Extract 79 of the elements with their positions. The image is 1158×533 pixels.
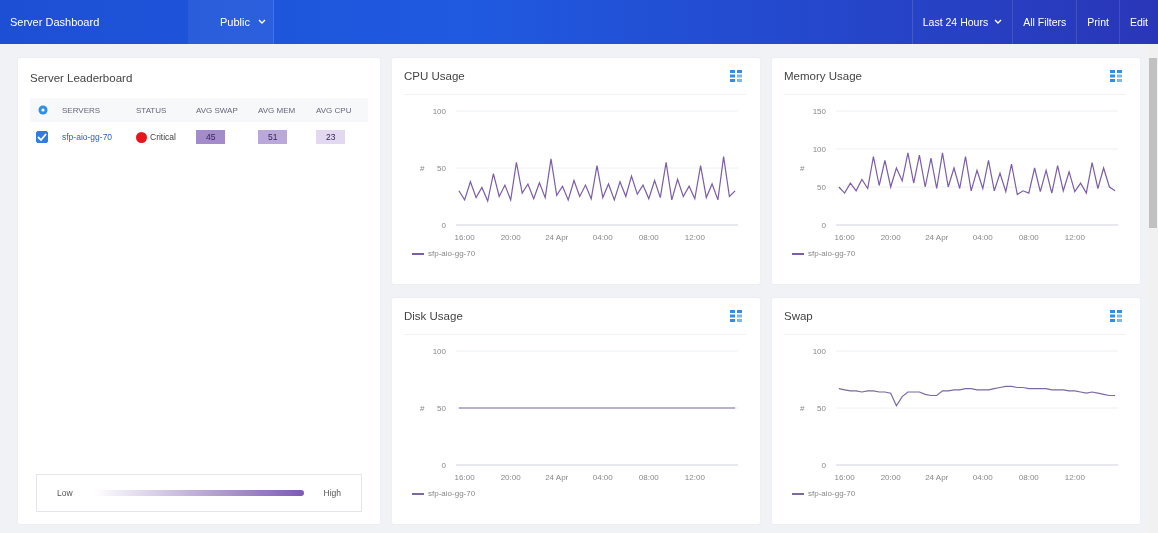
tick-label: 16:00 <box>454 233 475 242</box>
tick-label: 08:00 <box>1018 473 1039 482</box>
axis-label: # <box>420 404 425 413</box>
tick-label: 0 <box>821 461 826 470</box>
tick-label: 04:00 <box>592 233 613 242</box>
tick-label: 04:00 <box>972 233 993 242</box>
metric-value: 45 <box>196 130 226 144</box>
grid-view-icon[interactable] <box>730 70 742 82</box>
tick-label: 100 <box>432 107 446 116</box>
column-header: AVG MEM <box>258 105 297 115</box>
tick-label: 20:00 <box>880 233 901 242</box>
high-label: High <box>323 488 341 498</box>
legend-swatch-icon <box>792 492 804 495</box>
legend-label: sfp-aio-gg-70 <box>428 249 476 258</box>
column-header: STATUS <box>136 105 168 115</box>
server-link[interactable]: sfp-aio-gg-70 <box>62 132 136 142</box>
legend-label: sfp-aio-gg-70 <box>428 489 476 498</box>
view-dropdown[interactable]: Public <box>188 0 274 44</box>
tick-label: 150 <box>812 107 826 116</box>
tick-label: 20:00 <box>880 473 901 482</box>
grid-view-icon[interactable] <box>1110 310 1122 322</box>
tick-label: 04:00 <box>592 473 613 482</box>
tick-label: 16:00 <box>834 233 855 242</box>
status-label: Critical <box>150 132 176 142</box>
grid-view-icon[interactable] <box>1110 70 1122 82</box>
legend-label: sfp-aio-gg-70 <box>808 249 856 258</box>
tick-label: 0 <box>441 461 446 470</box>
tick-label: 100 <box>812 145 826 154</box>
scrollbar-thumb[interactable] <box>1149 58 1157 228</box>
settings-icon[interactable] <box>38 105 48 115</box>
tick-label: 50 <box>817 404 826 413</box>
tick-label: 0 <box>441 221 446 230</box>
tick-label: 12:00 <box>684 473 705 482</box>
tick-label: 24 Apr <box>545 233 569 242</box>
grid-view-icon[interactable] <box>730 310 742 322</box>
card-title: Memory Usage <box>784 70 862 82</box>
tick-label: 50 <box>817 183 826 192</box>
tick-label: 50 <box>437 164 446 173</box>
toolbar-button[interactable]: All Filters <box>1012 0 1077 44</box>
card-title: Server Leaderboard <box>30 72 134 84</box>
tick-label: 08:00 <box>1018 233 1039 242</box>
tick-label: 04:00 <box>972 473 993 482</box>
legend-swatch-icon <box>412 252 424 255</box>
row-checkbox[interactable] <box>36 131 48 143</box>
tick-label: 12:00 <box>1064 473 1085 482</box>
tick-label: 50 <box>437 404 446 413</box>
tick-label: 20:00 <box>500 233 521 242</box>
legend-swatch-icon <box>412 492 424 495</box>
page-scrollbar[interactable] <box>1148 44 1158 533</box>
axis-label: # <box>800 404 805 413</box>
tick-label: 16:00 <box>834 473 855 482</box>
tick-label: 24 Apr <box>925 233 949 242</box>
column-header: AVG CPU <box>316 105 353 115</box>
axis-label: # <box>800 164 805 173</box>
tick-label: 24 Apr <box>925 473 949 482</box>
dashboard-title: Server Dashboard <box>9 15 101 30</box>
legend-label: sfp-aio-gg-70 <box>808 489 856 498</box>
metric-value: 51 <box>258 130 288 144</box>
tick-label: 100 <box>812 347 826 356</box>
axis-label: # <box>420 164 425 173</box>
tick-label: 20:00 <box>500 473 521 482</box>
toolbar-button[interactable]: Print <box>1076 0 1119 44</box>
tick-label: 0 <box>821 221 826 230</box>
column-header: SERVERS <box>62 105 102 115</box>
legend-swatch-icon <box>792 252 804 255</box>
tick-label: 08:00 <box>638 473 659 482</box>
tick-label: 16:00 <box>454 473 475 482</box>
card-title: CPU Usage <box>404 70 465 82</box>
low-label: Low <box>57 488 73 498</box>
tick-label: 24 Apr <box>545 473 569 482</box>
card-title: Disk Usage <box>404 310 463 322</box>
tick-label: 12:00 <box>684 233 705 242</box>
tick-label: 08:00 <box>638 233 659 242</box>
metric-value: 23 <box>316 130 346 144</box>
toolbar-button[interactable]: Last 24 Hours <box>911 0 1013 44</box>
tick-label: 12:00 <box>1064 233 1085 242</box>
card-title: Swap <box>784 310 813 322</box>
column-header: AVG SWAP <box>196 105 239 115</box>
tick-label: 100 <box>432 347 446 356</box>
